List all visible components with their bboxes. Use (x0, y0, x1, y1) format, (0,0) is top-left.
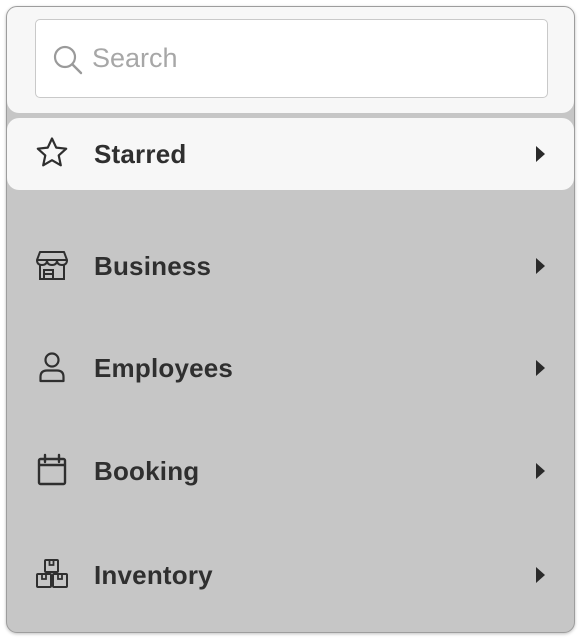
menu-item-label: Inventory (94, 560, 213, 590)
menu-item-label: Booking (94, 456, 200, 486)
menu-item-booking[interactable]: Booking (7, 435, 574, 507)
calendar-icon (37, 453, 67, 486)
search-section (7, 7, 574, 113)
dropdown-menu-panel: Starred Business Employees Booking (6, 6, 575, 633)
person-icon (39, 352, 65, 383)
menu-item-label: Starred (94, 139, 187, 169)
star-icon (36, 137, 68, 167)
menu-item-label: Business (94, 251, 212, 281)
menu-item-business[interactable]: Business (7, 230, 574, 302)
menu-item-label: Employees (94, 353, 234, 383)
chevron-right-icon (536, 258, 545, 274)
chevron-right-icon (536, 146, 545, 162)
chevron-right-icon (536, 567, 545, 583)
chevron-right-icon (536, 360, 545, 376)
menu-item-inventory[interactable]: Inventory (7, 539, 574, 611)
search-input[interactable] (92, 21, 532, 96)
storefront-icon (36, 251, 68, 280)
search-icon (53, 45, 83, 75)
boxes-icon (36, 559, 68, 588)
chevron-right-icon (536, 463, 545, 479)
search-box[interactable] (35, 19, 548, 98)
menu-item-employees[interactable]: Employees (7, 332, 574, 404)
menu-item-starred[interactable]: Starred (7, 118, 574, 190)
